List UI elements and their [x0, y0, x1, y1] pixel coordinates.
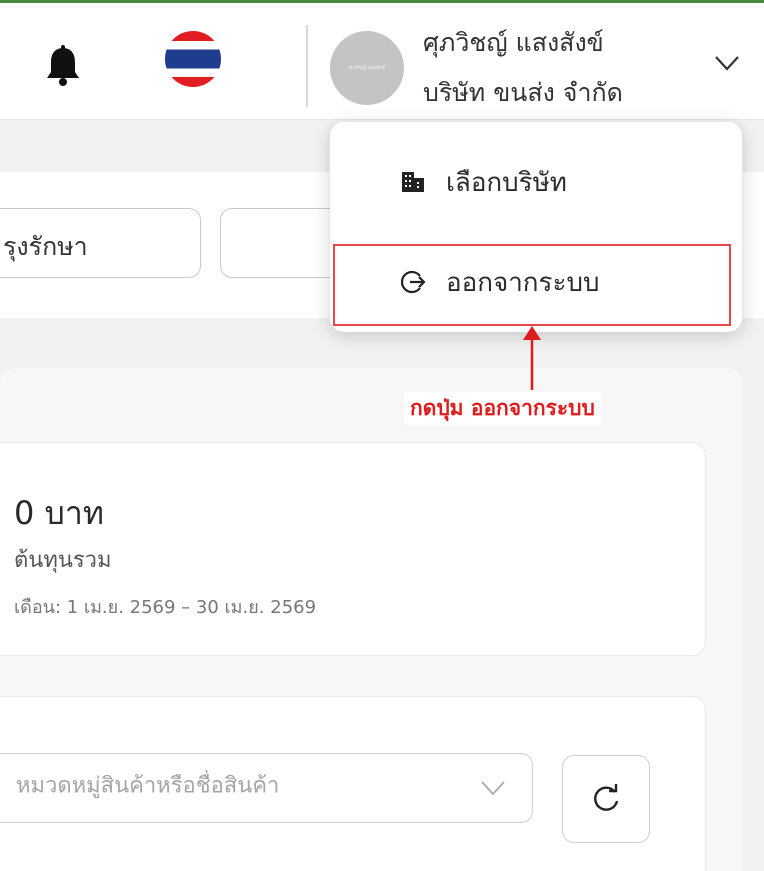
- arrow-up-icon: [523, 326, 541, 390]
- chevron-down-icon[interactable]: [480, 778, 506, 798]
- total-cost-amount: 0 บาท: [14, 494, 104, 532]
- period-text: เดือน: 1 เม.ย. 2569 – 30 เม.ย. 2569: [14, 597, 317, 618]
- avatar[interactable]: ศุภวิชญ์ แสงสังข์: [330, 31, 404, 105]
- bell-icon[interactable]: [40, 43, 86, 89]
- branch-filter-value: รุงรักษา: [3, 232, 88, 261]
- header-divider: [306, 25, 308, 107]
- building-icon: [402, 172, 424, 192]
- thailand-flag-icon[interactable]: [165, 31, 221, 87]
- top-header: ศุภวิชญ์ แสงสังข์ ศุภวิชญ์ แสงสังข์ บริษ…: [0, 3, 764, 120]
- menu-item-label: เลือกบริษัท: [446, 167, 567, 198]
- branch-filter[interactable]: รุงรักษา: [0, 208, 201, 278]
- user-dropdown-menu: เลือกบริษัท ออกจากระบบ: [330, 122, 742, 332]
- chevron-down-icon[interactable]: [712, 51, 742, 75]
- avatar-caption: ศุภวิชญ์ แสงสังข์: [348, 65, 386, 71]
- refresh-button[interactable]: [562, 755, 650, 843]
- menu-item-label: ออกจากระบบ: [446, 267, 600, 298]
- total-cost-label: ต้นทุนรวม: [14, 548, 112, 573]
- refresh-icon: [594, 784, 619, 811]
- company-name: บริษัท ขนส่ง จำกัด: [423, 78, 623, 107]
- logout-icon: [400, 270, 426, 294]
- user-name: ศุภวิชญ์ แสงสังข์: [423, 28, 604, 57]
- logout-annotation: กดปุ่ม ออกจากระบบ: [404, 392, 601, 425]
- menu-item-select-company[interactable]: เลือกบริษัท: [330, 142, 742, 222]
- menu-item-logout[interactable]: ออกจากระบบ: [330, 242, 742, 322]
- category-product-placeholder: หมวดหมู่สินค้าหรือชื่อสินค้า: [16, 773, 280, 799]
